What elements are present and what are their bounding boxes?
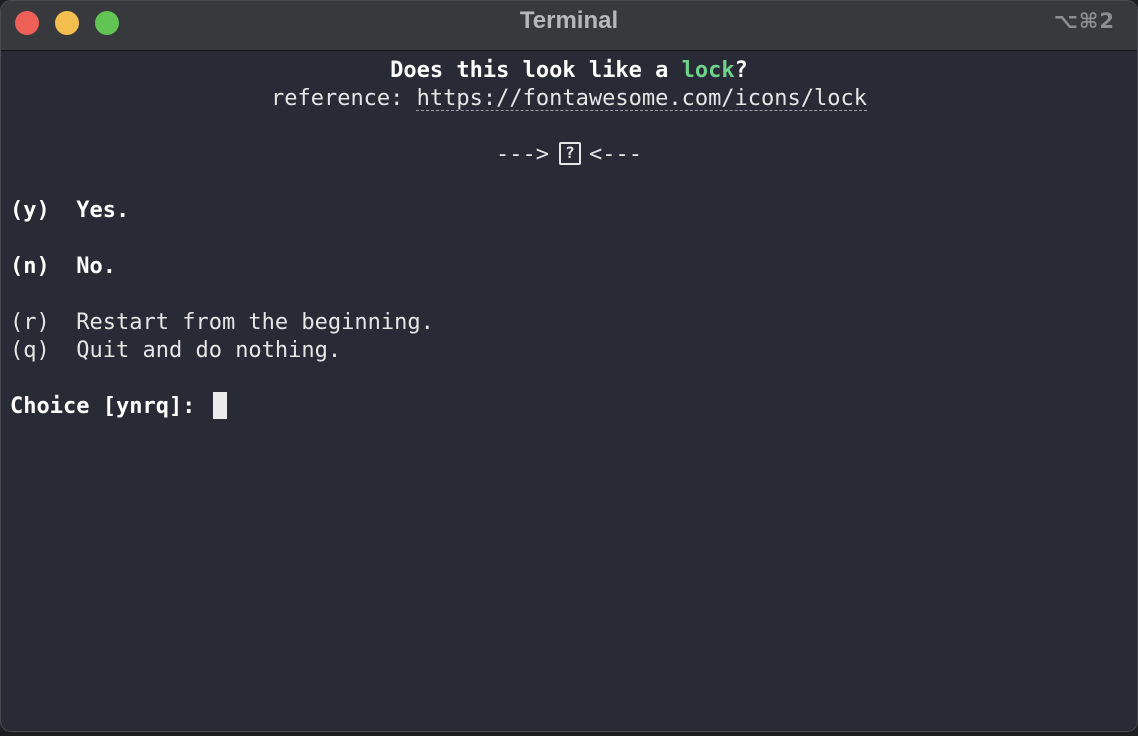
title-bar[interactable]: Terminal ⌥⌘2 bbox=[1, 1, 1137, 51]
option-key: (n) bbox=[10, 254, 50, 279]
option-key: (y) bbox=[10, 198, 50, 223]
option-label: Quit and do nothing. bbox=[76, 338, 342, 363]
option-label: Restart from the beginning. bbox=[76, 310, 434, 335]
missing-glyph-icon: ? bbox=[559, 141, 581, 165]
reference-label: reference: bbox=[270, 86, 417, 111]
icon-name: lock bbox=[681, 58, 735, 83]
option-label: No. bbox=[76, 254, 116, 279]
choice-prompt[interactable]: Choice [ynrq]: bbox=[10, 391, 227, 421]
glyph-preview-line: --->? <--- bbox=[1, 141, 1137, 169]
arrow-right: <--- bbox=[589, 142, 642, 167]
reference-line: reference: https://fontawesome.com/icons… bbox=[1, 85, 1137, 113]
option-key: (r) bbox=[10, 310, 50, 335]
terminal-window: Terminal ⌥⌘2 Does this look like a lock?… bbox=[0, 0, 1138, 732]
question-prefix: Does this look like a bbox=[390, 58, 682, 83]
option-no[interactable]: (n) No. bbox=[10, 253, 116, 281]
choice-label: Choice [ynrq]: bbox=[10, 394, 209, 419]
arrow-left: ---> bbox=[496, 142, 549, 167]
reference-link[interactable]: https://fontawesome.com/icons/lock bbox=[417, 86, 867, 111]
question-suffix: ? bbox=[734, 58, 748, 83]
option-label: Yes. bbox=[76, 198, 130, 223]
question-line: Does this look like a lock? bbox=[1, 57, 1137, 85]
cursor-icon bbox=[212, 391, 227, 419]
window-title: Terminal bbox=[519, 7, 619, 34]
option-yes[interactable]: (y) Yes. bbox=[10, 197, 129, 225]
option-restart[interactable]: (r) Restart from the beginning. bbox=[10, 309, 434, 337]
window-shortcut: ⌥⌘2 bbox=[1053, 9, 1115, 33]
option-key: (q) bbox=[10, 338, 50, 363]
option-quit[interactable]: (q) Quit and do nothing. bbox=[10, 337, 341, 365]
